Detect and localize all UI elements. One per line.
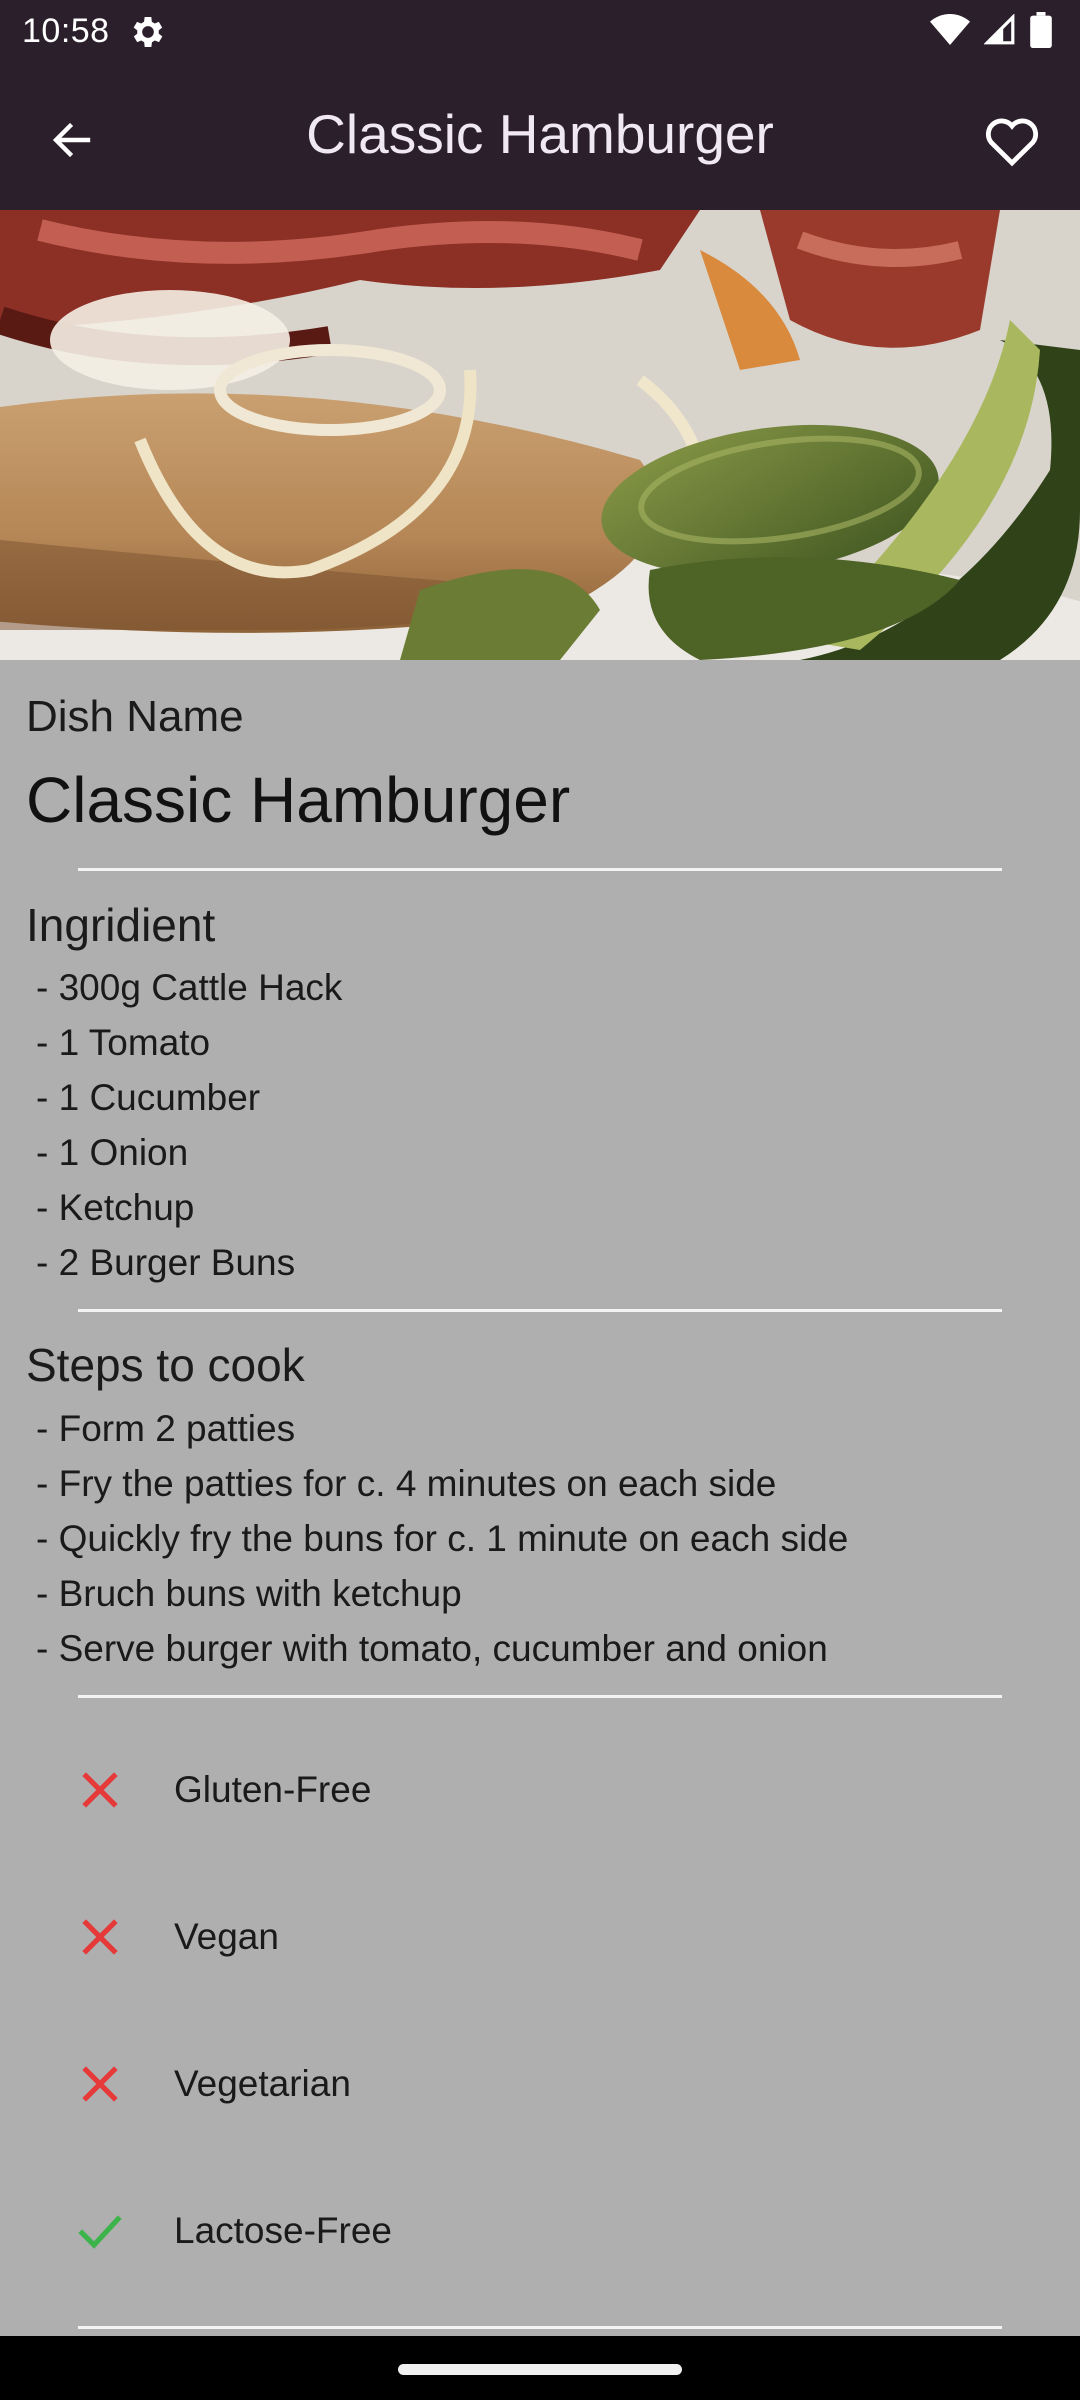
diet-label: Vegetarian <box>174 2063 351 2104</box>
diet-row-lactose-free: Lactose-Free <box>0 2181 1080 2281</box>
steps-list: - Form 2 patties - Fry the patties for c… <box>36 1401 848 1676</box>
steps-heading: Steps to cook <box>26 1339 305 1391</box>
status-time: 10:58 <box>22 12 110 50</box>
diet-label: Gluten-Free <box>174 1769 372 1810</box>
ingredients-list: - 300g Cattle Hack - 1 Tomato - 1 Cucumb… <box>36 960 342 1290</box>
favorite-button[interactable] <box>972 104 1052 176</box>
step-item: - Bruch buns with ketchup <box>36 1573 462 1614</box>
divider <box>78 1309 1002 1312</box>
app-bar: Classic Hamburger <box>0 64 1080 210</box>
divider <box>78 868 1002 871</box>
ingredient-item: - 2 Burger Buns <box>36 1242 296 1283</box>
step-item: - Serve burger with tomato, cucumber and… <box>36 1628 828 1669</box>
close-icon <box>82 2066 118 2102</box>
dish-name: Classic Hamburger <box>26 764 571 836</box>
divider <box>78 1695 1002 1698</box>
close-icon <box>82 1772 118 1808</box>
ingredient-item: - 1 Onion <box>36 1132 189 1173</box>
ingredient-item: - Ketchup <box>36 1187 195 1228</box>
ingredients-heading: Ingridient <box>26 899 216 951</box>
screen: 10:58 Classic Hamburger Dish Name Classi… <box>0 0 1080 2400</box>
dish-name-label: Dish Name <box>26 692 244 741</box>
divider <box>78 2326 1002 2329</box>
system-navigation-bar <box>0 2336 1080 2400</box>
close-icon <box>82 1919 118 1955</box>
ingredient-item: - 300g Cattle Hack <box>36 967 343 1008</box>
settings-gear-icon <box>128 12 168 52</box>
battery-icon <box>1030 12 1052 53</box>
dish-image <box>0 210 1080 660</box>
page-title: Classic Hamburger <box>306 103 774 165</box>
cellular-signal-icon <box>983 13 1016 51</box>
home-gesture-handle[interactable] <box>398 2364 682 2375</box>
diet-row-gluten-free: Gluten-Free <box>0 1740 1080 1840</box>
check-icon <box>78 2215 122 2249</box>
ingredient-item: - 1 Cucumber <box>36 1077 261 1118</box>
wifi-icon <box>930 13 970 52</box>
ingredient-item: - 1 Tomato <box>36 1022 211 1063</box>
diet-label: Lactose-Free <box>174 2210 392 2251</box>
step-item: - Form 2 patties <box>36 1408 296 1449</box>
diet-row-vegan: Vegan <box>0 1887 1080 1987</box>
heart-outline-icon <box>985 118 1039 167</box>
diet-row-vegetarian: Vegetarian <box>0 2034 1080 2134</box>
status-bar: 10:58 <box>0 0 1080 64</box>
step-item: - Quickly fry the buns for c. 1 minute o… <box>36 1518 849 1559</box>
step-item: - Fry the patties for c. 4 minutes on ea… <box>36 1463 777 1504</box>
diet-label: Vegan <box>174 1916 279 1957</box>
status-icons <box>930 12 1052 53</box>
